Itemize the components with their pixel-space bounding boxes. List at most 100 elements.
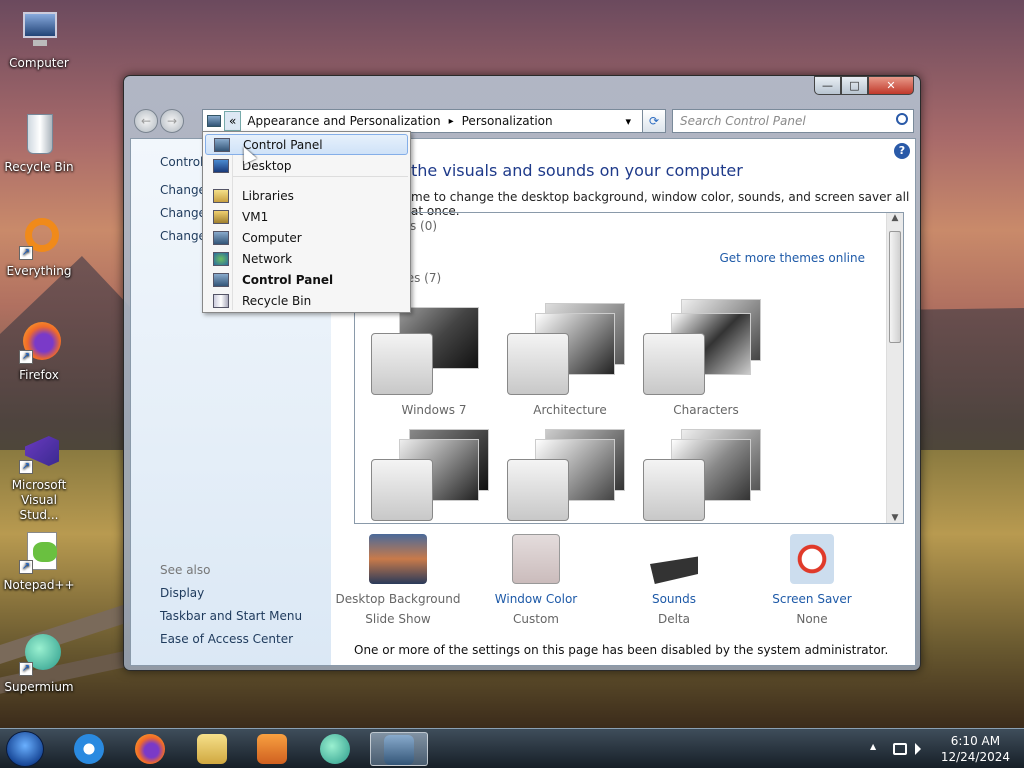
menu-item-recycle-bin[interactable]: Recycle Bin [205, 290, 408, 311]
recycle-bin-icon [213, 293, 229, 308]
recycle-bin-icon [17, 112, 61, 156]
network-icon [213, 251, 229, 266]
internet-explorer-icon [74, 734, 104, 764]
page-title: the visuals and sounds on your computer [411, 161, 743, 180]
left-link-1[interactable]: Change [160, 183, 206, 197]
screen-saver-setting[interactable]: Screen Saver None [742, 534, 882, 626]
scroll-up-icon[interactable]: ▲ [887, 213, 903, 223]
menu-item-control-panel[interactable]: Control Panel [205, 269, 408, 290]
menu-item-computer[interactable]: Computer [205, 227, 408, 248]
desktop-icon-computer[interactable]: Computer [2, 8, 76, 70]
see-also-taskbar[interactable]: Taskbar and Start Menu [160, 609, 302, 623]
control-panel-icon [213, 272, 229, 287]
desktop-icon-everything[interactable]: ↗ Everything [2, 216, 76, 278]
taskbar: ▲ 6:10 AM 12/24/2024 [0, 728, 1024, 768]
theme-list-scrollbar[interactable]: ▲ ▼ [886, 213, 903, 523]
address-overflow-menu: Control Panel Desktop Libraries VM1 Comp… [202, 131, 411, 313]
desktop-icon-notepadpp[interactable]: ↗ Notepad++ [2, 530, 76, 592]
firefox-icon [135, 734, 165, 764]
search-input[interactable]: Search Control Panel [672, 109, 914, 133]
clock-date: 12/24/2024 [940, 750, 1010, 764]
show-hidden-icons-button[interactable]: ▲ [870, 742, 876, 751]
theme-4[interactable] [369, 429, 499, 523]
admin-disabled-notice: One or more of the settings on this page… [354, 643, 889, 657]
shortcut-arrow-icon: ↗ [19, 560, 33, 574]
close-button[interactable]: ✕ [868, 76, 914, 95]
search-icon[interactable] [896, 113, 908, 125]
address-overflow-button[interactable]: « [224, 111, 242, 131]
get-more-themes-link[interactable]: Get more themes online [719, 251, 865, 265]
taskbar-media-player[interactable] [247, 732, 297, 766]
refresh-button[interactable]: ⟳ [642, 109, 666, 133]
theme-windows-7[interactable]: Windows 7 [369, 305, 499, 425]
window-color-setting[interactable]: Window Color Custom [466, 534, 606, 626]
taskbar-file-explorer[interactable] [187, 732, 237, 766]
window-controls: — □ ✕ [814, 76, 914, 95]
user-folder-icon [213, 209, 229, 224]
taskbar-supermium[interactable] [310, 732, 360, 766]
menu-item-control-panel-current[interactable]: Control Panel [205, 134, 408, 155]
desktop-icon-visual-studio[interactable]: ↗ Microsoft Visual Stud... [2, 430, 76, 523]
control-panel-home-link[interactable]: Control [160, 155, 203, 169]
clock-time: 6:10 AM [950, 734, 1001, 748]
left-link-2[interactable]: Change [160, 206, 206, 220]
shortcut-arrow-icon: ↗ [19, 350, 33, 364]
theme-5[interactable] [505, 429, 635, 523]
menu-item-libraries[interactable]: Libraries [205, 185, 408, 206]
computer-icon [213, 230, 229, 245]
desktop-background-setting[interactable]: Desktop Background Slide Show [328, 534, 468, 626]
main-pane: the visuals and sounds on your computer … [331, 139, 915, 665]
control-panel-icon [384, 735, 414, 765]
see-also-heading: See also [160, 563, 211, 577]
clock[interactable]: 6:10 AM 12/24/2024 [941, 733, 1010, 765]
taskbar-internet-explorer[interactable] [64, 732, 114, 766]
breadcrumb-separator-icon[interactable]: ▸ [449, 116, 454, 127]
minimize-button[interactable]: — [814, 76, 841, 95]
notepadpp-icon: ↗ [17, 530, 61, 574]
theme-list: nes (0) Get more themes online mes (7) W… [354, 212, 904, 524]
menu-item-network[interactable]: Network [205, 248, 408, 269]
desktop-background-icon [369, 534, 427, 584]
start-button[interactable] [6, 731, 44, 767]
window-color-icon [512, 534, 560, 584]
screen-saver-icon [790, 534, 834, 584]
visual-studio-icon: ↗ [17, 430, 61, 474]
left-link-3[interactable]: Change [160, 229, 206, 243]
breadcrumb-personalization[interactable]: Personalization [462, 114, 553, 128]
menu-separator [233, 176, 408, 177]
theme-architecture[interactable]: Architecture [505, 303, 635, 425]
sounds-setting[interactable]: Sounds Delta [604, 534, 744, 626]
taskbar-control-panel[interactable] [370, 732, 428, 766]
libraries-icon [213, 188, 229, 203]
back-button[interactable]: ← [134, 109, 158, 133]
action-center-icon[interactable] [893, 743, 907, 755]
shortcut-arrow-icon: ↗ [19, 662, 33, 676]
scrollbar-thumb[interactable] [889, 231, 901, 343]
menu-item-vm1[interactable]: VM1 [205, 206, 408, 227]
supermium-icon [320, 734, 350, 764]
control-panel-icon [207, 115, 221, 127]
maximize-button[interactable]: □ [841, 76, 868, 95]
everything-icon: ↗ [17, 216, 61, 260]
theme-6[interactable] [641, 429, 771, 523]
computer-icon [17, 8, 61, 52]
breadcrumb-appearance[interactable]: Appearance and Personalization [247, 114, 440, 128]
address-bar[interactable]: « Appearance and Personalization ▸ Perso… [202, 109, 666, 133]
volume-muted-icon[interactable] [915, 743, 921, 755]
desktop-icon [213, 158, 229, 173]
media-player-icon [257, 734, 287, 764]
see-also-display[interactable]: Display [160, 586, 204, 600]
desktop-icon-recycle-bin[interactable]: Recycle Bin [2, 112, 76, 174]
sounds-icon [650, 556, 698, 584]
control-panel-icon [214, 137, 230, 152]
menu-item-desktop[interactable]: Desktop [205, 155, 408, 176]
scroll-down-icon[interactable]: ▼ [887, 513, 903, 523]
see-also-ease-of-access[interactable]: Ease of Access Center [160, 632, 293, 646]
address-history-dropdown[interactable]: ▾ [625, 115, 631, 128]
forward-button[interactable]: → [160, 109, 184, 133]
desktop-icon-firefox[interactable]: ↗ Firefox [2, 320, 76, 382]
taskbar-firefox[interactable] [125, 732, 175, 766]
desktop-icon-supermium[interactable]: ↗ Supermium [2, 632, 76, 694]
theme-characters[interactable]: Characters [641, 299, 771, 425]
shortcut-arrow-icon: ↗ [19, 460, 33, 474]
